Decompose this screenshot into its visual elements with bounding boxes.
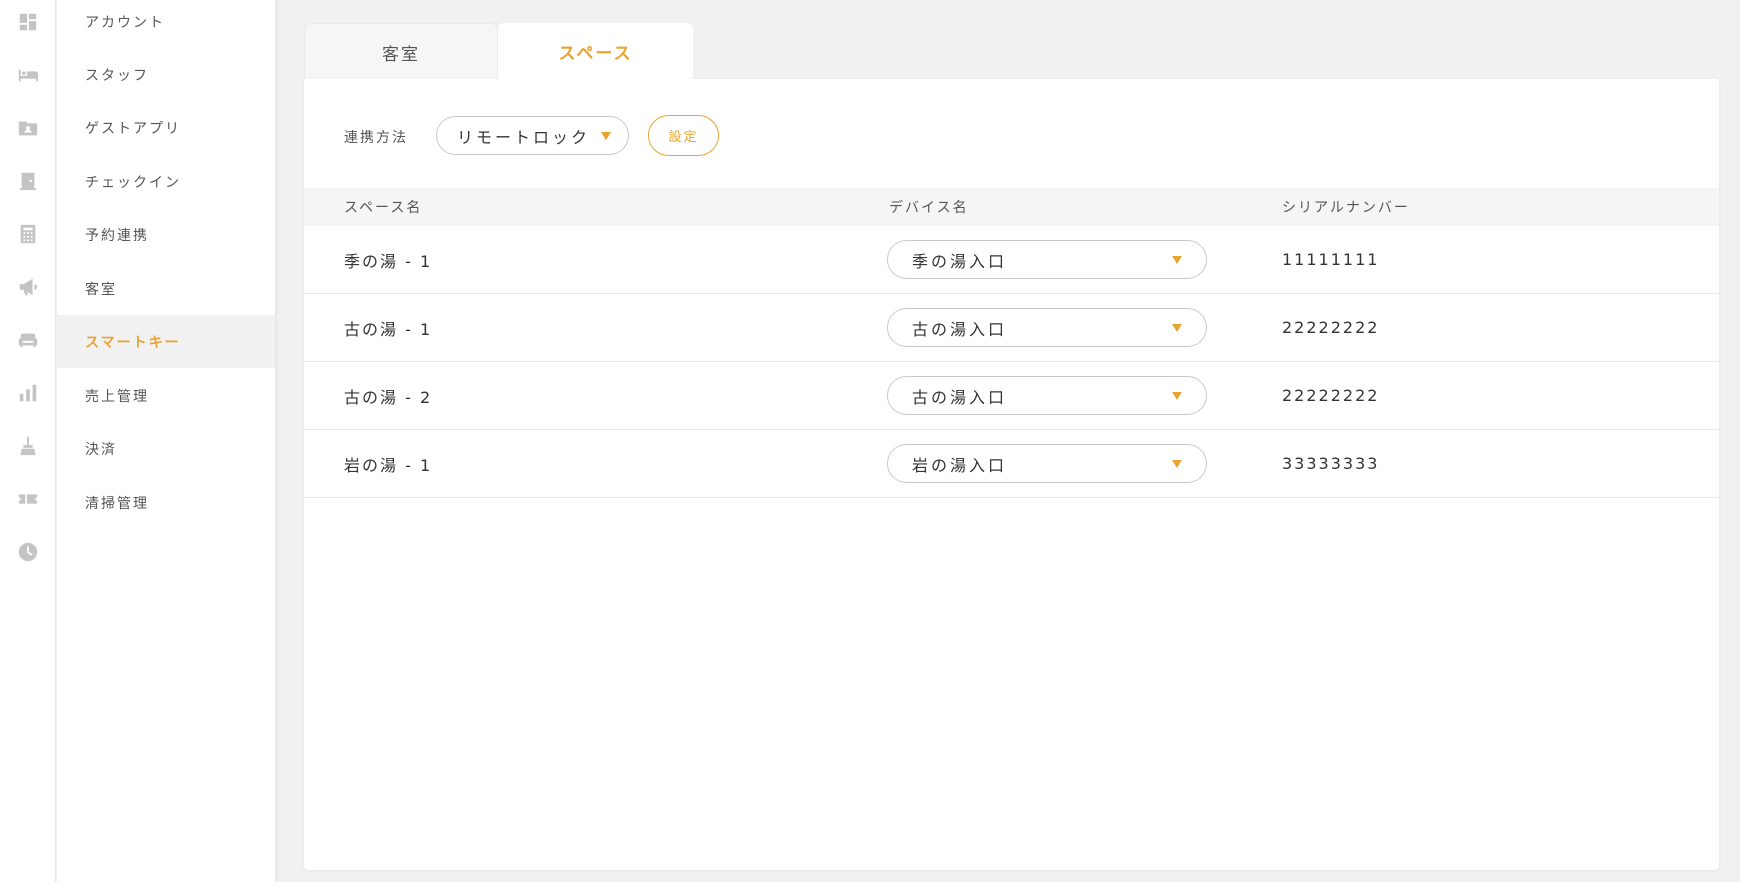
space-name: 古の湯 - 1 — [344, 319, 433, 339]
device-select[interactable]: 古の湯入口 — [887, 376, 1207, 415]
column-header-device-name: デバイス名 — [889, 200, 969, 216]
column-header-serial-number: シリアルナンバー — [1282, 200, 1410, 216]
spaces-panel: 連携方法 リモートロック 設定 スペース名 デバイス名 シリアルナンバー 季の湯… — [304, 79, 1719, 870]
space-name: 季の湯 - 1 — [344, 251, 433, 271]
tab-label: 客室 — [382, 44, 420, 65]
link-method-label: 連携方法 — [344, 130, 408, 146]
serial-number: 22222222 — [1282, 386, 1380, 405]
serial-number: 22222222 — [1282, 318, 1380, 337]
chevron-down-icon — [1172, 323, 1182, 332]
device-select-value: 季の湯入口 — [912, 251, 1008, 271]
menu-item-label: 予約連携 — [85, 227, 149, 244]
serial-number: 33333333 — [1282, 454, 1380, 473]
space-name: 岩の湯 - 1 — [344, 455, 433, 475]
tab-label: スペース — [558, 44, 633, 64]
serial-number: 11111111 — [1282, 250, 1380, 269]
menu-item-label: スタッフ — [85, 67, 149, 84]
settings-menu: アカウント スタッフ ゲストアプリ チェックイン 予約連携 客室 スマートキー … — [57, 0, 275, 882]
device-select[interactable]: 季の湯入口 — [887, 240, 1207, 279]
contact-folder-icon[interactable] — [16, 116, 40, 140]
menu-item-payment[interactable]: 決済 — [57, 422, 275, 475]
chevron-down-icon — [1172, 255, 1182, 264]
menu-item-reservation-sync[interactable]: 予約連携 — [57, 208, 275, 261]
menu-item-guest-app[interactable]: ゲストアプリ — [57, 101, 275, 154]
tab-spaces[interactable]: スペース — [498, 23, 693, 80]
set-button[interactable]: 設定 — [648, 115, 719, 156]
space-name: 古の湯 - 2 — [344, 387, 433, 407]
calculator-icon[interactable] — [16, 222, 40, 246]
device-select-value: 古の湯入口 — [912, 387, 1008, 407]
menu-item-account[interactable]: アカウント — [57, 0, 275, 48]
menu-item-cleaning[interactable]: 清掃管理 — [57, 476, 275, 529]
menu-item-rooms[interactable]: 客室 — [57, 262, 275, 315]
ticket-icon[interactable] — [16, 487, 40, 511]
clock-icon[interactable] — [16, 540, 40, 564]
broom-icon[interactable] — [16, 434, 40, 458]
chevron-down-icon — [601, 131, 611, 140]
bed-icon[interactable] — [16, 63, 40, 87]
table-row: 古の湯 - 1 古の湯入口 22222222 — [304, 294, 1719, 362]
chevron-down-icon — [1172, 391, 1182, 400]
door-icon[interactable] — [16, 169, 40, 193]
menu-item-label: 売上管理 — [85, 388, 149, 405]
table-header: スペース名 デバイス名 シリアルナンバー — [304, 188, 1719, 226]
menu-item-label: 清掃管理 — [85, 495, 149, 512]
armchair-icon[interactable] — [16, 328, 40, 352]
menu-item-smart-key[interactable]: スマートキー — [57, 315, 275, 368]
dashboard-icon[interactable] — [16, 10, 40, 34]
device-select[interactable]: 岩の湯入口 — [887, 444, 1207, 483]
column-header-space-name: スペース名 — [344, 200, 423, 216]
table-row: 岩の湯 - 1 岩の湯入口 33333333 — [304, 430, 1719, 498]
bar-chart-icon[interactable] — [16, 381, 40, 405]
table-row: 古の湯 - 2 古の湯入口 22222222 — [304, 362, 1719, 430]
menu-item-checkin[interactable]: チェックイン — [57, 155, 275, 208]
table-row: 季の湯 - 1 季の湯入口 11111111 — [304, 226, 1719, 294]
menu-item-label: 客室 — [85, 281, 117, 298]
device-select[interactable]: 古の湯入口 — [887, 308, 1207, 347]
icon-rail — [0, 0, 56, 882]
menu-item-sales[interactable]: 売上管理 — [57, 369, 275, 422]
menu-item-label: アカウント — [85, 14, 165, 31]
menu-item-staff[interactable]: スタッフ — [57, 48, 275, 101]
device-select-value: 岩の湯入口 — [912, 455, 1008, 475]
device-select-value: 古の湯入口 — [912, 319, 1008, 339]
menu-item-label: ゲストアプリ — [85, 120, 181, 137]
link-method-value: リモートロック — [457, 127, 591, 147]
megaphone-icon[interactable] — [16, 275, 40, 299]
tab-rooms[interactable]: 客室 — [304, 23, 498, 80]
menu-item-label: スマートキー — [85, 334, 181, 351]
link-method-select[interactable]: リモートロック — [436, 116, 629, 155]
menu-item-label: 決済 — [85, 441, 117, 458]
chevron-down-icon — [1172, 459, 1182, 468]
menu-item-label: チェックイン — [85, 174, 181, 191]
